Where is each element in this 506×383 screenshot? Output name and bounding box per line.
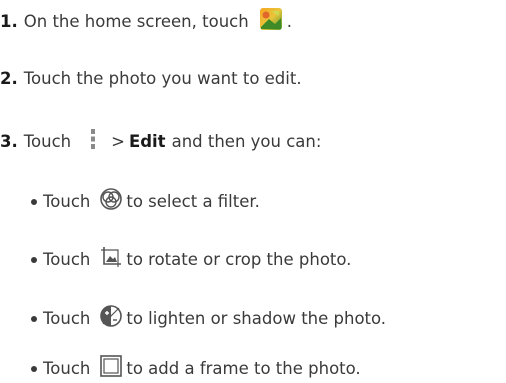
bullet-text-end: to lighten or shadow the photo. — [126, 309, 387, 328]
step-number: 2. — [0, 69, 18, 88]
bullet-filter: Touch to select a filter. — [31, 188, 260, 216]
bullet-light: Touch to lighten or shadow the photo. — [31, 305, 386, 333]
bullet-text: Touch — [43, 192, 91, 211]
bullet-text: Touch — [43, 359, 91, 378]
bullet-text: Touch — [43, 309, 91, 328]
step-3: 3. Touch > Edit and then you can: — [0, 127, 321, 157]
gallery-app-icon[interactable] — [259, 7, 283, 37]
step-2: 2. Touch the photo you want to edit. — [0, 68, 302, 90]
bullet-text-end: to rotate or crop the photo. — [126, 250, 352, 269]
edit-label: Edit — [128, 132, 166, 151]
bullet-text-end: to select a filter. — [126, 192, 260, 211]
bullet-dot — [31, 257, 37, 263]
step-text-end: . — [286, 12, 292, 31]
bullet-dot — [31, 316, 37, 322]
filter-icon[interactable] — [100, 188, 123, 216]
bullet-crop: Touch to rotate or crop the photo. — [31, 246, 351, 274]
gt-symbol: > — [111, 132, 125, 151]
bullet-text: Touch — [43, 250, 91, 269]
step-number: 1. — [0, 12, 18, 31]
step-text: Touch — [23, 132, 72, 151]
step-text: Touch the photo you want to edit. — [23, 69, 302, 88]
bullet-text-end: to add a frame to the photo. — [126, 359, 361, 378]
menu-more-icon[interactable] — [89, 127, 97, 157]
rotate-crop-icon[interactable] — [100, 246, 122, 274]
frame-icon[interactable] — [100, 355, 123, 383]
bullet-frame: Touch to add a frame to the photo. — [31, 355, 361, 383]
step-number: 3. — [0, 132, 18, 151]
bullet-dot — [31, 366, 37, 372]
lighten-shadow-icon[interactable] — [100, 305, 123, 333]
step-1: 1. On the home screen, touch . — [0, 7, 292, 37]
bullet-dot — [31, 199, 37, 205]
step-text-end: and then you can: — [171, 132, 322, 151]
step-text: On the home screen, touch — [23, 12, 249, 31]
